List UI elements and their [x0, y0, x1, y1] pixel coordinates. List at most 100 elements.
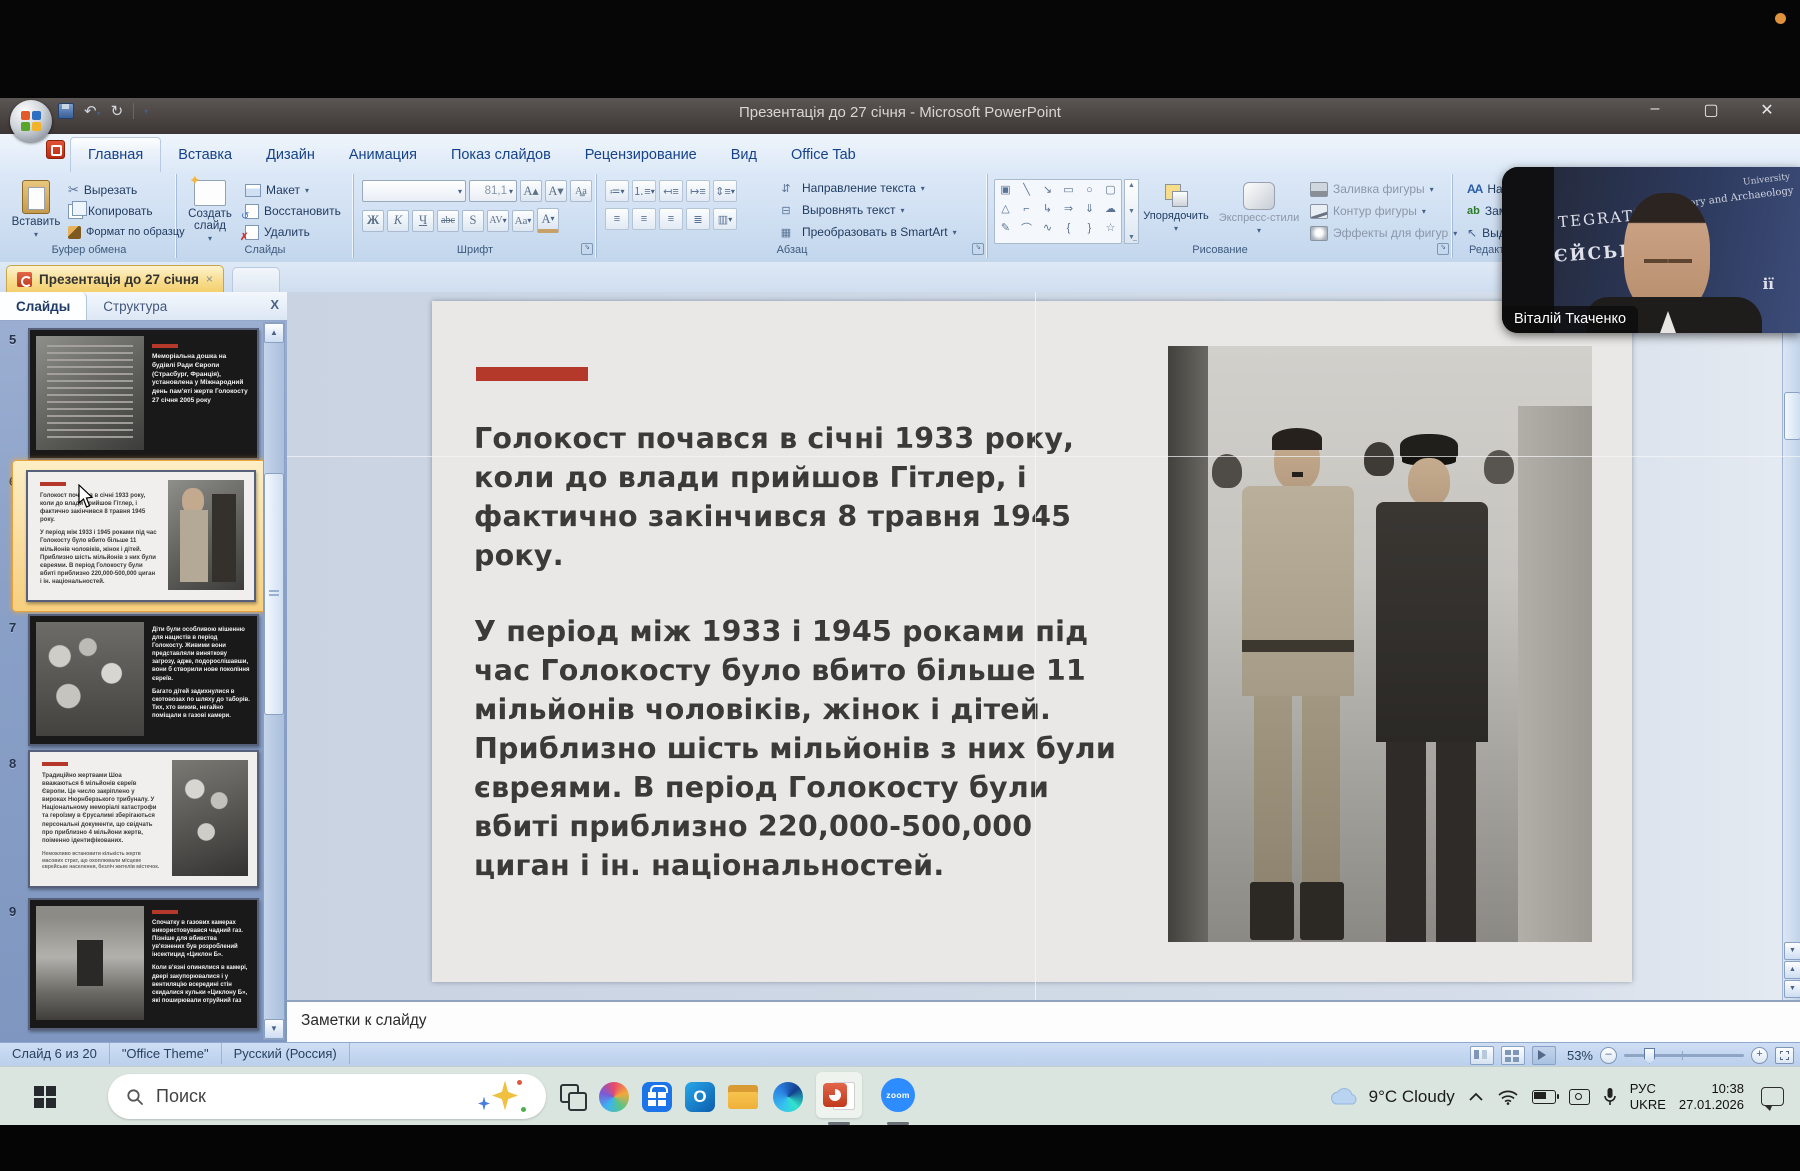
search-box[interactable]: Поиск — [108, 1074, 546, 1119]
panel-scrollbar-thumb[interactable] — [264, 473, 284, 715]
panel-scrollbar[interactable]: ▲ ▼ — [263, 322, 285, 1040]
save-icon[interactable] — [58, 103, 74, 119]
zoom-slider-thumb[interactable] — [1644, 1048, 1655, 1064]
arrange-button[interactable]: Упорядочить▾ — [1140, 178, 1212, 233]
clear-formatting-button[interactable]: A͇a — [570, 180, 592, 202]
tray-chevron-icon[interactable] — [1468, 1092, 1484, 1102]
task-view-icon[interactable] — [560, 1084, 586, 1110]
language-indicator[interactable]: РУСUKRE — [1630, 1081, 1666, 1113]
close-button[interactable]: ✕ — [1752, 100, 1782, 120]
shrink-font-button[interactable]: A▾ — [545, 180, 567, 202]
triangle-shape-icon[interactable]: △ — [995, 199, 1016, 218]
right-brace-shape-icon[interactable]: } — [1079, 218, 1100, 237]
underline-button[interactable]: Ч — [412, 210, 434, 232]
tab-animation[interactable]: Анимация — [332, 137, 434, 172]
microsoft-store-icon[interactable] — [642, 1082, 672, 1112]
powerpoint-taskbar-button[interactable] — [816, 1072, 862, 1118]
textbox-shape-icon[interactable]: ▣ — [995, 180, 1016, 199]
arrow-shape-icon[interactable]: ↘ — [1037, 180, 1058, 199]
slide-thumbnail-8[interactable]: Традиційно жертвами Шоа вважаються 6 міл… — [28, 750, 259, 888]
strikethrough-button[interactable]: abc — [437, 210, 459, 232]
copilot-icon[interactable] — [599, 1082, 629, 1112]
tab-insert[interactable]: Вставка — [161, 137, 249, 172]
panel-tab-outline[interactable]: Структура — [87, 292, 183, 320]
slide-sorter-view-icon[interactable] — [1501, 1046, 1525, 1065]
decrease-indent-button[interactable]: ↤≡ — [659, 180, 683, 202]
curve-shape-icon[interactable]: ∿ — [1037, 218, 1058, 237]
cloud-shape-icon[interactable]: ☁ — [1100, 199, 1121, 218]
slide-thumbnail-9[interactable]: Спочатку в газових камерах використовува… — [28, 898, 259, 1030]
status-slide-position[interactable]: Слайд 6 из 20 — [0, 1043, 110, 1064]
quick-styles-button[interactable]: Экспресс-стили▾ — [1216, 178, 1302, 235]
align-text-button[interactable]: ⊟ Выровнять текст▾ — [775, 200, 905, 220]
zoom-taskbar-button[interactable]: zoom — [875, 1072, 921, 1118]
slide-canvas[interactable]: Голокост почався в січні 1933 року, коли… — [432, 301, 1632, 982]
slide-thumbnail-5[interactable]: Меморіальна дошка на будівлі Ради Європи… — [28, 328, 259, 460]
delete-slide-button[interactable]: Удалить — [245, 222, 310, 242]
zoom-slider[interactable] — [1624, 1054, 1744, 1057]
align-right-button[interactable]: ≡ — [659, 208, 683, 230]
wifi-icon[interactable] — [1497, 1089, 1519, 1105]
text-shadow-button[interactable]: S — [462, 210, 484, 232]
shape-effects-button[interactable]: Эффекты для фигур▾ — [1310, 223, 1457, 243]
grow-font-button[interactable]: A▴ — [520, 180, 542, 202]
shape-outline-button[interactable]: Контур фигуры▾ — [1310, 201, 1426, 221]
elbow-shape-icon[interactable]: ⌐ — [1016, 199, 1037, 218]
minimize-button[interactable]: – — [1640, 100, 1670, 120]
microphone-icon[interactable] — [1603, 1087, 1617, 1107]
scroll-up-icon[interactable]: ▲ — [264, 323, 284, 343]
slide-photo[interactable] — [1168, 346, 1592, 942]
edge-browser-icon[interactable] — [773, 1082, 803, 1112]
zoom-out-icon[interactable]: – — [1600, 1047, 1617, 1064]
slide-thumbnail-6[interactable]: Голокост почався в січні 1933 року, коли… — [26, 470, 256, 602]
layout-button[interactable]: Макет▾ — [245, 180, 309, 200]
numbering-button[interactable]: ⒈≡▾ — [632, 180, 656, 202]
convert-smartart-button[interactable]: ▦ Преобразовать в SmartArt▾ — [775, 222, 957, 242]
font-size-combo[interactable]: 81,1▾ — [469, 180, 517, 202]
zoom-level[interactable]: 53% — [1567, 1048, 1593, 1063]
rounded-rect-shape-icon[interactable]: ▢ — [1100, 180, 1121, 199]
align-left-button[interactable]: ≡ — [605, 208, 629, 230]
tab-review[interactable]: Рецензирование — [568, 137, 714, 172]
change-case-button[interactable]: Aa▾ — [512, 210, 534, 232]
office-button[interactable] — [10, 100, 52, 142]
down-arrow-shape-icon[interactable]: ⇓ — [1079, 199, 1100, 218]
character-spacing-button[interactable]: AV▾ — [487, 210, 509, 232]
shapes-gallery-scrollbar[interactable]: ▲▼▼̲ — [1124, 179, 1139, 244]
undo-icon[interactable]: ↶▾ — [84, 102, 101, 120]
outlook-icon[interactable]: O — [685, 1082, 715, 1112]
slideshow-view-icon[interactable] — [1532, 1046, 1556, 1065]
columns-button[interactable]: ▥▾ — [713, 208, 737, 230]
star-shape-icon[interactable]: ☆ — [1100, 218, 1121, 237]
oval-shape-icon[interactable]: ○ — [1079, 180, 1100, 199]
slide-thumbnail-7[interactable]: Діти були особливою мішенню для нацистів… — [28, 614, 259, 746]
normal-view-icon[interactable] — [1470, 1046, 1494, 1065]
webcam-overlay[interactable]: University History and Archaeology TEGRA… — [1502, 167, 1800, 333]
reset-slide-button[interactable]: Восстановить — [245, 201, 341, 221]
increase-indent-button[interactable]: ↦≡ — [686, 180, 710, 202]
fit-to-window-icon[interactable] — [1775, 1047, 1794, 1064]
align-center-button[interactable]: ≡ — [632, 208, 656, 230]
panel-close-icon[interactable]: X — [270, 297, 279, 312]
paste-button[interactable]: Вставить▾ — [8, 176, 64, 239]
notifications-icon[interactable] — [1761, 1087, 1784, 1106]
text-direction-button[interactable]: ⇵ Направление текста▾ — [775, 178, 925, 198]
panel-tab-slides[interactable]: Слайды — [0, 292, 87, 320]
tab-office-tab[interactable]: Office Tab — [774, 137, 873, 172]
tab-design[interactable]: Дизайн — [249, 137, 332, 172]
slide-body-text[interactable]: Голокост почався в січні 1933 року, коли… — [474, 419, 1119, 885]
font-color-button[interactable]: А▾ — [537, 208, 559, 233]
font-name-combo[interactable]: ▾ — [362, 180, 466, 202]
office-tab-addin-icon[interactable] — [46, 140, 65, 159]
paragraph-dialog-launcher-icon[interactable]: ⇘ — [972, 243, 984, 255]
italic-button[interactable]: К — [387, 210, 409, 232]
format-painter-button[interactable]: Формат по образцу — [68, 222, 185, 242]
status-theme[interactable]: "Office Theme" — [110, 1043, 222, 1064]
rectangle-shape-icon[interactable]: ▭ — [1058, 180, 1079, 199]
line-spacing-button[interactable]: ⇕≡▾ — [713, 180, 737, 202]
shape-fill-button[interactable]: Заливка фигуры▾ — [1310, 179, 1434, 199]
zoom-in-icon[interactable]: + — [1751, 1047, 1768, 1064]
status-language[interactable]: Русский (Россия) — [222, 1043, 350, 1064]
copy-button[interactable]: Копировать — [68, 201, 153, 221]
maximize-button[interactable]: ▢ — [1696, 100, 1726, 120]
